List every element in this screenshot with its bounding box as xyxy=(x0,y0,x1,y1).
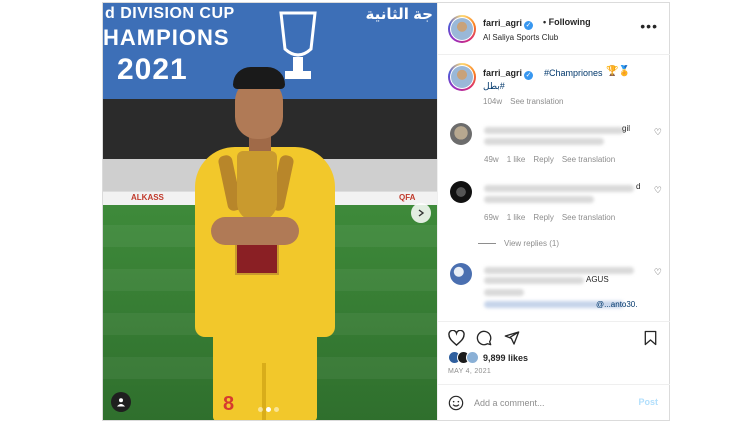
trophy xyxy=(217,151,295,277)
shirt-number: 8 xyxy=(223,393,235,415)
share-icon[interactable] xyxy=(504,330,520,346)
caption-age: 104w xyxy=(483,97,503,106)
hashtag-link[interactable]: #Champriones xyxy=(544,68,603,78)
reply-button[interactable]: Reply xyxy=(533,155,553,164)
like-comment-icon[interactable]: ♡ xyxy=(654,267,662,278)
like-comment-icon[interactable]: ♡ xyxy=(654,185,662,196)
banner-text-line3: 2021 xyxy=(117,53,188,86)
see-translation-link[interactable]: See translation xyxy=(510,97,563,106)
comment-likes[interactable]: 1 like xyxy=(507,155,526,164)
comment-input[interactable] xyxy=(474,394,624,412)
carousel-indicator xyxy=(258,407,279,412)
emoji-icon[interactable] xyxy=(448,395,464,411)
banner-text-line2: HAMPIONS xyxy=(103,25,230,50)
verified-badge-icon: ✓ xyxy=(524,21,534,30)
post-date[interactable]: MAY 4, 2021 xyxy=(448,368,491,375)
avatar[interactable] xyxy=(450,263,472,285)
avatar[interactable] xyxy=(448,15,476,43)
post-comment-button[interactable]: Post xyxy=(638,397,658,407)
avatar[interactable] xyxy=(448,63,476,91)
comment-text-visible: gil xyxy=(622,124,631,133)
comment-likes[interactable]: 1 like xyxy=(507,213,526,222)
more-options-icon[interactable]: ••• xyxy=(640,18,658,34)
comment-icon[interactable] xyxy=(476,330,492,346)
tagged-people-button[interactable] xyxy=(111,392,131,412)
instagram-post-modal: d DIVISION CUP HAMPIONS 2021 جة الثانية … xyxy=(102,2,670,421)
comment-meta: 69w 1 like Reply See translation xyxy=(484,213,615,222)
comment-text-visible: d xyxy=(636,182,641,191)
comment-text-visible: AGUS xyxy=(586,275,609,284)
banner-arabic-text: جة الثانية xyxy=(365,6,433,23)
carousel-dot-active xyxy=(266,407,271,412)
medal-emoji: 🏅 xyxy=(618,66,631,77)
avatar xyxy=(466,351,479,364)
likes-summary[interactable]: 9,899 likes xyxy=(448,351,528,364)
divider-line xyxy=(478,243,496,244)
comment-meta: 49w 1 like Reply See translation xyxy=(484,155,615,164)
mention-link[interactable]: @...anto30. xyxy=(596,300,637,309)
header-username[interactable]: farri_agri ✓ xyxy=(483,18,534,30)
location-link[interactable]: Al Saliya Sports Club xyxy=(483,33,558,42)
hands xyxy=(211,217,299,245)
following-button[interactable]: • Following xyxy=(543,17,591,27)
like-comment-icon[interactable]: ♡ xyxy=(654,127,662,138)
see-translation-link[interactable]: See translation xyxy=(562,213,615,222)
caption-meta: 104w See translation xyxy=(483,97,564,106)
trophy-emoji: 🏆 xyxy=(606,66,619,77)
ad-board-text: ALKASS xyxy=(131,193,164,202)
post-header: farri_agri ✓ • Following Al Saliya Sports… xyxy=(438,3,670,55)
post-photo[interactable]: d DIVISION CUP HAMPIONS 2021 جة الثانية … xyxy=(103,3,437,420)
view-replies-button[interactable]: View replies (1) xyxy=(478,239,559,248)
arabic-hashtag-link[interactable]: بطل# xyxy=(483,81,505,92)
user-icon xyxy=(117,398,125,407)
post-side-panel: farri_agri ✓ • Following Al Saliya Sports… xyxy=(437,3,670,420)
bookmark-icon[interactable] xyxy=(644,330,657,346)
action-bar: 9,899 likes MAY 4, 2021 xyxy=(438,321,670,381)
heart-icon[interactable] xyxy=(448,330,465,346)
next-slide-button[interactable] xyxy=(411,203,431,223)
carousel-dot xyxy=(258,407,263,412)
ad-board-text: QFA xyxy=(399,193,416,202)
add-comment-bar: Post xyxy=(438,384,670,420)
caption-username[interactable]: farri_agri ✓ xyxy=(483,68,534,80)
reply-button[interactable]: Reply xyxy=(533,213,553,222)
view-replies-label: View replies (1) xyxy=(504,239,559,248)
comment-age: 49w xyxy=(484,155,499,164)
comment-age: 69w xyxy=(484,213,499,222)
likes-count[interactable]: 9,899 likes xyxy=(483,353,528,363)
carousel-dot xyxy=(274,407,279,412)
chevron-right-icon xyxy=(418,209,425,217)
avatar[interactable] xyxy=(450,181,472,203)
banner-text-line1: d DIVISION CUP xyxy=(105,5,235,22)
verified-badge-icon: ✓ xyxy=(524,71,534,80)
avatar[interactable] xyxy=(450,123,472,145)
see-translation-link[interactable]: See translation xyxy=(562,155,615,164)
